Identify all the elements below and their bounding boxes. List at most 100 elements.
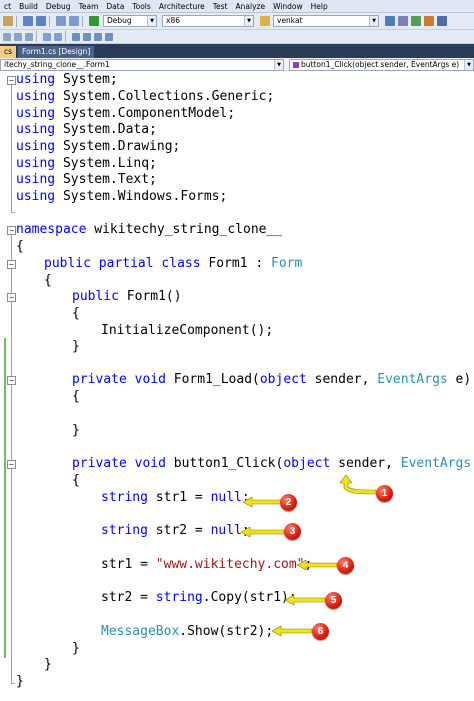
menu-item-ct[interactable]: ct <box>0 2 15 11</box>
type-select[interactable]: itechy_string_clone__.Form1 ▼ <box>0 59 284 71</box>
collapse-toggle[interactable]: − <box>7 293 16 302</box>
toolbar-separator <box>49 15 50 27</box>
object-browser-icon[interactable] <box>411 16 421 26</box>
code-line: private void Form1_Load(object sender, E… <box>72 372 471 388</box>
parameter-info-icon[interactable] <box>14 32 22 41</box>
brace: } <box>16 674 24 689</box>
code-line: } <box>16 674 24 690</box>
find-combo[interactable]: venkat ▼ <box>273 15 379 27</box>
menu-item-debug[interactable]: Debug <box>42 2 75 11</box>
code-line: } <box>72 423 80 439</box>
type-select-value: itechy_string_clone__.Form1 <box>4 60 110 69</box>
menu-item-build[interactable]: Build <box>15 2 42 11</box>
code-navigation-bar: itechy_string_clone__.Form1 ▼ button1_Cl… <box>0 58 474 71</box>
undo-icon[interactable] <box>23 16 33 26</box>
member-select-value: button1_Click(object sender, EventArgs e… <box>301 60 460 69</box>
collapse-toggle[interactable]: − <box>7 460 16 469</box>
declaration: str2 = <box>147 523 211 538</box>
menu-item-window[interactable]: Window <box>269 2 307 11</box>
uncomment-icon[interactable] <box>54 32 62 41</box>
keyword: string <box>155 590 203 605</box>
navigate-back-icon[interactable] <box>56 16 66 26</box>
collapse-toggle[interactable]: − <box>7 76 16 85</box>
menu-item-test[interactable]: Test <box>209 2 232 11</box>
properties-icon[interactable] <box>398 16 408 26</box>
chevron-down-icon: ▼ <box>464 60 473 70</box>
type-name: EventArgs <box>400 456 472 471</box>
code-line: } <box>72 641 80 657</box>
collapse-toggle[interactable]: − <box>7 376 16 385</box>
next-bookmark-icon[interactable] <box>94 32 102 41</box>
namespace-ref: System.Text; <box>62 172 157 187</box>
toolbar-separator <box>36 31 37 42</box>
keyword: object <box>283 456 331 471</box>
bookmark-icon[interactable] <box>72 32 80 41</box>
menu-item-architecture[interactable]: Architecture <box>155 2 209 11</box>
collapse-toggle[interactable]: − <box>7 226 16 235</box>
keyword: using <box>16 106 56 121</box>
code-line: using System.Drawing; <box>16 139 180 155</box>
keyword: partial <box>98 256 154 271</box>
constructor-name: Form1() <box>118 289 182 304</box>
keyword: using <box>16 189 56 204</box>
menu-item-data[interactable]: Data <box>102 2 128 11</box>
code-line: } <box>72 339 80 355</box>
clear-bookmarks-icon[interactable] <box>105 32 113 41</box>
parameter: e) <box>447 372 472 387</box>
navigate-forward-icon[interactable] <box>69 16 79 26</box>
solution-platform-select[interactable]: x86 ▼ <box>162 15 254 27</box>
member-list-icon[interactable] <box>3 32 11 41</box>
code-line: str2 = string.Copy(str1); <box>101 590 297 606</box>
method-name: Form1_Load( <box>165 372 260 387</box>
menu-item-tools[interactable]: Tools <box>128 2 154 11</box>
brace: { <box>72 473 80 488</box>
menu-item-analyze[interactable]: Analyze <box>232 2 270 11</box>
keyword: using <box>16 72 56 87</box>
assignment: str2 = <box>101 590 156 605</box>
namespace-ref: System; <box>62 72 118 87</box>
semicolon: ; <box>241 523 250 538</box>
keyword: using <box>16 139 56 154</box>
member-select[interactable]: button1_Click(object sender, EventArgs e… <box>289 59 474 71</box>
tab-form1-design[interactable]: Form1.cs [Design] <box>18 46 95 58</box>
code-line: namespace wikitechy_string_clone__ <box>16 222 282 238</box>
code-line: InitializeComponent(); <box>101 323 273 339</box>
solution-configuration-select[interactable]: Debug ▼ <box>103 15 157 27</box>
comment-icon[interactable] <box>43 32 51 41</box>
menu-item-team[interactable]: Team <box>75 2 103 11</box>
menu-item-help[interactable]: Help <box>307 2 332 11</box>
collapse-toggle[interactable]: − <box>7 260 16 269</box>
assignment: str1 = <box>101 557 156 572</box>
solution-explorer-icon[interactable] <box>385 16 395 26</box>
code-editor[interactable]: − − − − − − using System; using System.C… <box>0 71 474 701</box>
code-line: } <box>44 657 52 673</box>
namespace-ref: System.Collections.Generic; <box>62 89 275 104</box>
brace: } <box>72 339 80 354</box>
brace: { <box>72 389 80 404</box>
paste-icon[interactable] <box>3 16 13 26</box>
find-in-files-icon[interactable] <box>260 16 270 26</box>
toolbox-icon[interactable] <box>424 16 434 26</box>
code-line: using System; <box>16 72 118 88</box>
tab-form1-cs[interactable]: cs <box>0 46 17 58</box>
keyword: using <box>16 122 56 137</box>
start-debugging-icon[interactable] <box>89 16 99 26</box>
chevron-down-icon: ▼ <box>244 16 253 26</box>
keyword: public <box>44 256 91 271</box>
keyword: string <box>101 490 148 505</box>
brace: { <box>72 306 80 321</box>
code-line: using System.Data; <box>16 122 157 138</box>
redo-icon[interactable] <box>36 16 46 26</box>
declaration: str1 = <box>147 490 211 505</box>
annotation-marker-6: 6 <box>312 623 329 640</box>
start-page-icon[interactable] <box>437 16 447 26</box>
find-combo-value: venkat <box>277 16 303 25</box>
code-line: using System.Linq; <box>16 156 157 172</box>
previous-bookmark-icon[interactable] <box>83 32 91 41</box>
solution-configuration-value: Debug <box>107 16 132 25</box>
method-name: button1_Click( <box>165 456 284 471</box>
toolbar-separator <box>65 31 66 42</box>
brace: } <box>72 423 80 438</box>
menu-bar: ct Build Debug Team Data Tools Architect… <box>0 0 474 13</box>
quick-info-icon[interactable] <box>25 32 33 41</box>
